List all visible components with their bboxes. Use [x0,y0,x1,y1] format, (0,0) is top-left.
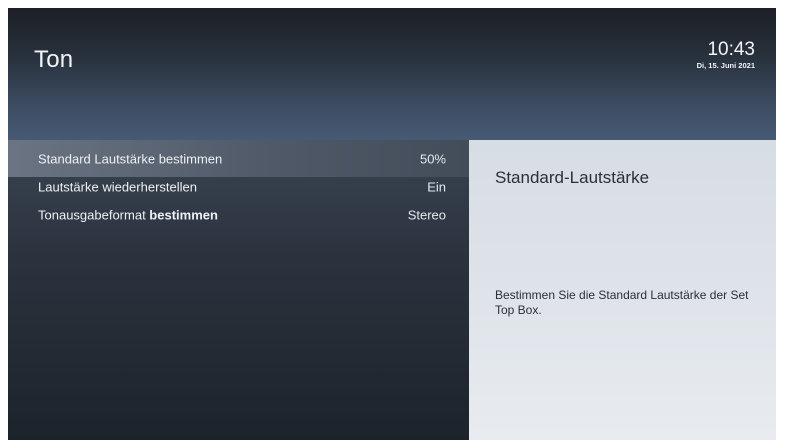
detail-panel: Standard-Lautstärke Bestimmen Sie die St… [469,140,776,440]
tv-screen: Ton 10:43 Di, 15. Juni 2021 Standard Lau… [8,8,776,440]
menu-item-label: Lautstärke wiederherstellen [38,179,197,194]
menu-item-label-bold: bestimmen [149,207,218,222]
settings-menu: Standard Lautstärke bestimmen 50% Lautst… [8,140,469,440]
menu-item-value: 50% [419,151,446,166]
menu-item-value: Stereo [407,207,446,222]
clock-time: 10:43 [707,39,755,60]
menu-item-value: Ein [427,179,446,194]
page-title: Ton [34,46,74,73]
menu-item-label-prefix: Tonausgabeformat [38,207,150,222]
settings-list: Standard Lautstärke bestimmen 50% Lautst… [8,140,469,233]
header-bar: Ton 10:43 Di, 15. Juni 2021 [8,8,776,140]
menu-item-audio-format[interactable]: Tonausgabeformat bestimmen Stereo [8,196,469,233]
clock: 10:43 Di, 15. Juni 2021 [696,39,755,71]
menu-item-label: Standard Lautstärke bestimmen [38,151,223,166]
menu-item-label: Tonausgabeformat bestimmen [38,207,218,222]
clock-date: Di, 15. Juni 2021 [696,61,755,70]
detail-description: Bestimmen Sie die Standard Lautstärke de… [495,288,749,317]
detail-title: Standard-Lautstärke [495,168,650,187]
